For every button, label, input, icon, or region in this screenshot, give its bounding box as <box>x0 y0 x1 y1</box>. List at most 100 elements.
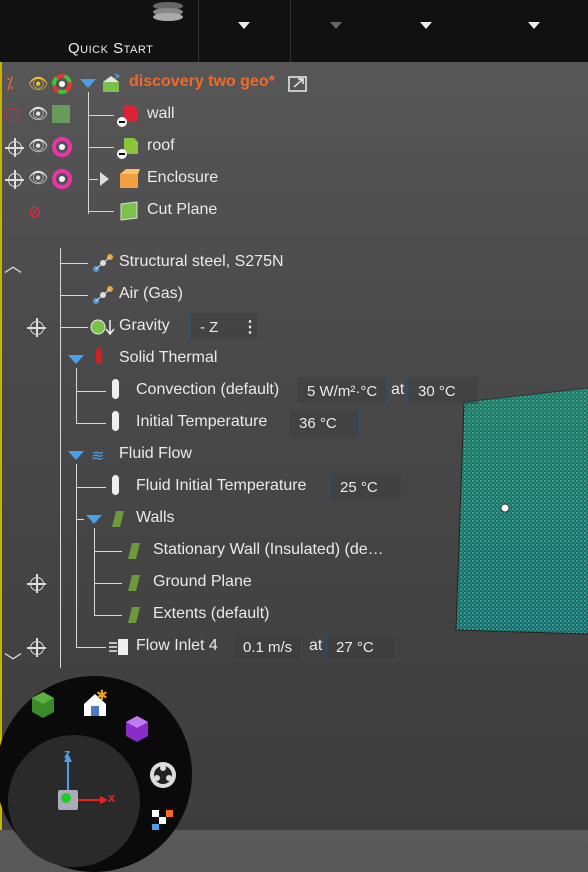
material-molecule-icon <box>92 285 114 310</box>
solid-thermal-label: Solid Thermal <box>119 349 218 366</box>
fluid-flow-label: Fluid Flow <box>119 445 192 462</box>
gravity-label: Gravity <box>119 317 170 334</box>
gravity-row[interactable]: Gravity - Z ⋮ <box>0 312 588 342</box>
initial-temp-field[interactable]: 36 °C <box>289 409 359 436</box>
gravity-icon <box>90 317 116 342</box>
hidden-eye-icon[interactable]: ⊘ <box>28 202 41 222</box>
tree-label: Enclosure <box>147 169 219 186</box>
color-wheel-icon[interactable] <box>52 169 72 194</box>
eye-icon[interactable]: 👁 <box>28 104 48 124</box>
checker-icon[interactable] <box>152 810 174 835</box>
walls-row[interactable]: Walls <box>0 504 588 534</box>
expand-arrow-icon[interactable] <box>86 515 102 524</box>
flow-inlet-label: Flow Inlet 4 <box>136 637 218 654</box>
cube-green-icon <box>116 134 142 165</box>
flow-velocity-field[interactable]: 0.1 m/s <box>233 633 303 660</box>
wall-item-label: Extents (default) <box>153 605 270 622</box>
tree-label: roof <box>147 137 175 154</box>
material-molecule-icon <box>92 253 114 278</box>
expand-arrow-icon[interactable] <box>68 355 84 364</box>
tree-item-enclosure[interactable]: 👁 Enclosure <box>0 164 588 194</box>
at-label: at <box>309 637 323 654</box>
tree-label: wall <box>147 105 175 122</box>
axis-triad[interactable] <box>44 748 124 823</box>
convection-label: Convection (default) <box>136 381 280 398</box>
wall-plane-icon <box>126 541 142 566</box>
project-icon <box>99 72 123 101</box>
wall-item[interactable]: Ground Plane <box>0 568 588 598</box>
initial-temp-row[interactable]: Initial Temperature 36 °C <box>0 408 588 438</box>
green-cube-icon[interactable] <box>30 690 56 725</box>
flow-inlet-row[interactable]: Flow Inlet 4 0.1 m/s at 27 °C <box>0 632 588 662</box>
solid-thermal-row[interactable]: Solid Thermal <box>0 344 588 374</box>
material-label: Air (Gas) <box>119 285 183 302</box>
visibility-toggle-icon[interactable]: 👁 <box>28 74 48 94</box>
render-mode-icon[interactable] <box>148 760 178 795</box>
material-row-steel[interactable]: Structural steel, S275N <box>0 248 588 278</box>
stack-icon[interactable] <box>150 0 186 22</box>
collapsed-arrow-icon[interactable] <box>100 172 109 186</box>
thermometer-icon <box>112 411 119 431</box>
enclosure-icon <box>118 168 142 195</box>
material-label: Structural steel, S275N <box>119 253 284 270</box>
dropdown-arrow-4[interactable] <box>528 22 540 29</box>
cut-plane-icon <box>118 200 140 227</box>
thermometer-red-icon <box>96 348 102 364</box>
dropdown-arrow-1[interactable] <box>238 22 250 29</box>
wall-item-label: Ground Plane <box>153 573 252 590</box>
target-dashed-icon[interactable] <box>6 108 20 122</box>
quick-start-label[interactable]: Quick Start <box>68 40 153 57</box>
more-options-icon[interactable]: ⋮ <box>242 317 258 337</box>
axis-x-label: x <box>108 790 116 805</box>
fluid-init-temp-label: Fluid Initial Temperature <box>136 477 307 494</box>
convection-row[interactable]: Convection (default) 5 W/m²·°C at 30 °C <box>0 376 588 406</box>
flow-inlet-icon <box>108 637 130 662</box>
fluid-init-temp-field[interactable]: 25 °C <box>330 473 402 500</box>
material-row-air[interactable]: Air (Gas) <box>0 280 588 310</box>
dropdown-arrow-2[interactable] <box>330 22 342 29</box>
color-wheel-icon[interactable] <box>52 74 72 99</box>
wall-item[interactable]: Extents (default) <box>0 600 588 630</box>
crosshair-icon[interactable] <box>27 318 46 337</box>
tree-item-wall[interactable]: 👁 wall <box>0 100 588 130</box>
wall-plane-icon <box>110 509 126 534</box>
svg-text:✱: ✱ <box>96 688 108 703</box>
wall-item[interactable]: Stationary Wall (Insulated) (de… <box>0 536 588 566</box>
fluid-wave-icon: ≋ <box>91 448 105 465</box>
wall-plane-icon <box>126 573 142 598</box>
fluid-init-temp-row[interactable]: Fluid Initial Temperature 25 °C <box>0 472 588 502</box>
fluid-flow-row[interactable]: ≋ Fluid Flow <box>0 440 588 470</box>
crosshair-icon[interactable] <box>5 170 24 189</box>
project-title[interactable]: discovery two geo* <box>129 73 275 91</box>
axis-z-label: z <box>64 746 71 761</box>
open-external-icon[interactable] <box>288 75 308 98</box>
initial-temp-label: Initial Temperature <box>136 413 268 430</box>
expand-arrow-icon[interactable] <box>80 79 96 88</box>
eye-icon[interactable]: 👁 <box>28 136 48 156</box>
tree-item-cut-plane[interactable]: ⊘ Cut Plane <box>0 196 588 226</box>
top-toolbar: Quick Start <box>0 0 588 62</box>
cube-red-icon <box>116 102 142 133</box>
crosshair-icon[interactable] <box>27 638 46 657</box>
purple-cube-icon[interactable] <box>124 714 150 749</box>
dropdown-arrow-3[interactable] <box>420 22 432 29</box>
convection-coefficient-field[interactable]: 5 W/m²·°C <box>297 377 388 404</box>
material-swatch-icon[interactable] <box>52 105 70 123</box>
wall-item-label: Stationary Wall (Insulated) (de… <box>153 541 384 558</box>
convection-temp-field[interactable]: 30 °C <box>408 377 478 404</box>
at-label: at <box>391 381 405 398</box>
crosshair-icon[interactable] <box>5 138 24 157</box>
tree-item-roof[interactable]: 👁 roof <box>0 132 588 162</box>
wall-plane-icon <box>126 605 142 630</box>
flow-temp-field[interactable]: 27 °C <box>326 633 396 660</box>
color-wheel-icon[interactable] <box>52 137 72 162</box>
collapse-down-icon[interactable]: ﹀ <box>4 648 22 674</box>
crosshair-icon[interactable] <box>27 574 46 593</box>
thermometer-icon <box>112 379 119 399</box>
home-icon[interactable]: ✱ <box>80 687 110 723</box>
expand-arrow-icon[interactable] <box>68 451 84 460</box>
eye-icon[interactable]: 👁 <box>28 168 48 188</box>
hide-toggle-icon[interactable]: ⁒ <box>6 74 14 94</box>
thermometer-icon <box>112 475 119 495</box>
walls-label: Walls <box>136 509 175 526</box>
